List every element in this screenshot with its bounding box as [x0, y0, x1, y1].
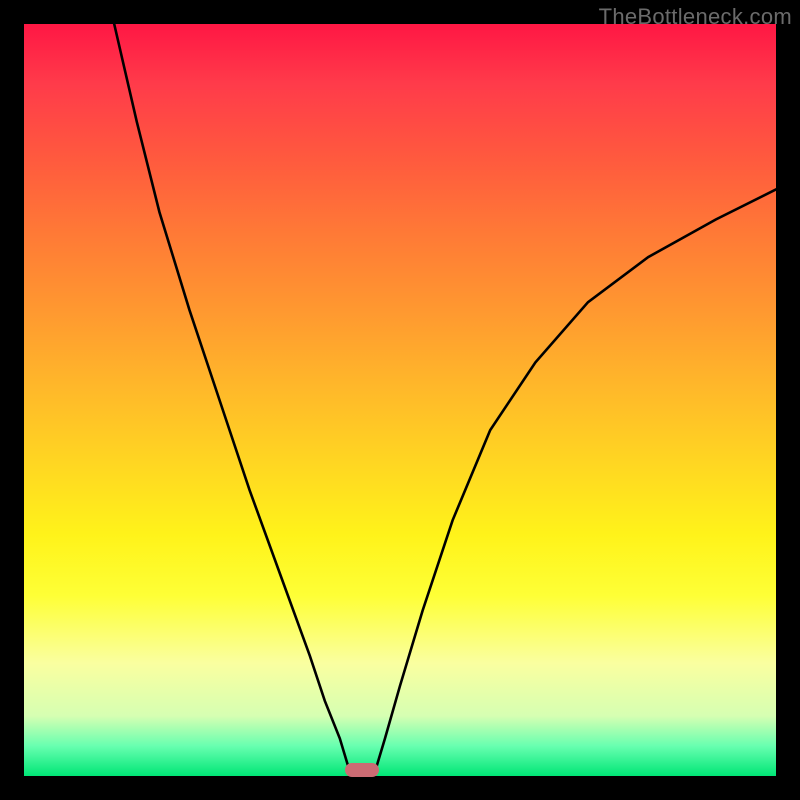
right-curve [374, 189, 776, 776]
curve-layer [24, 24, 776, 776]
left-curve [114, 24, 351, 776]
watermark-text: TheBottleneck.com [599, 4, 792, 30]
chart-frame [24, 24, 776, 776]
plot-area [24, 24, 776, 776]
bottleneck-marker [345, 763, 379, 777]
